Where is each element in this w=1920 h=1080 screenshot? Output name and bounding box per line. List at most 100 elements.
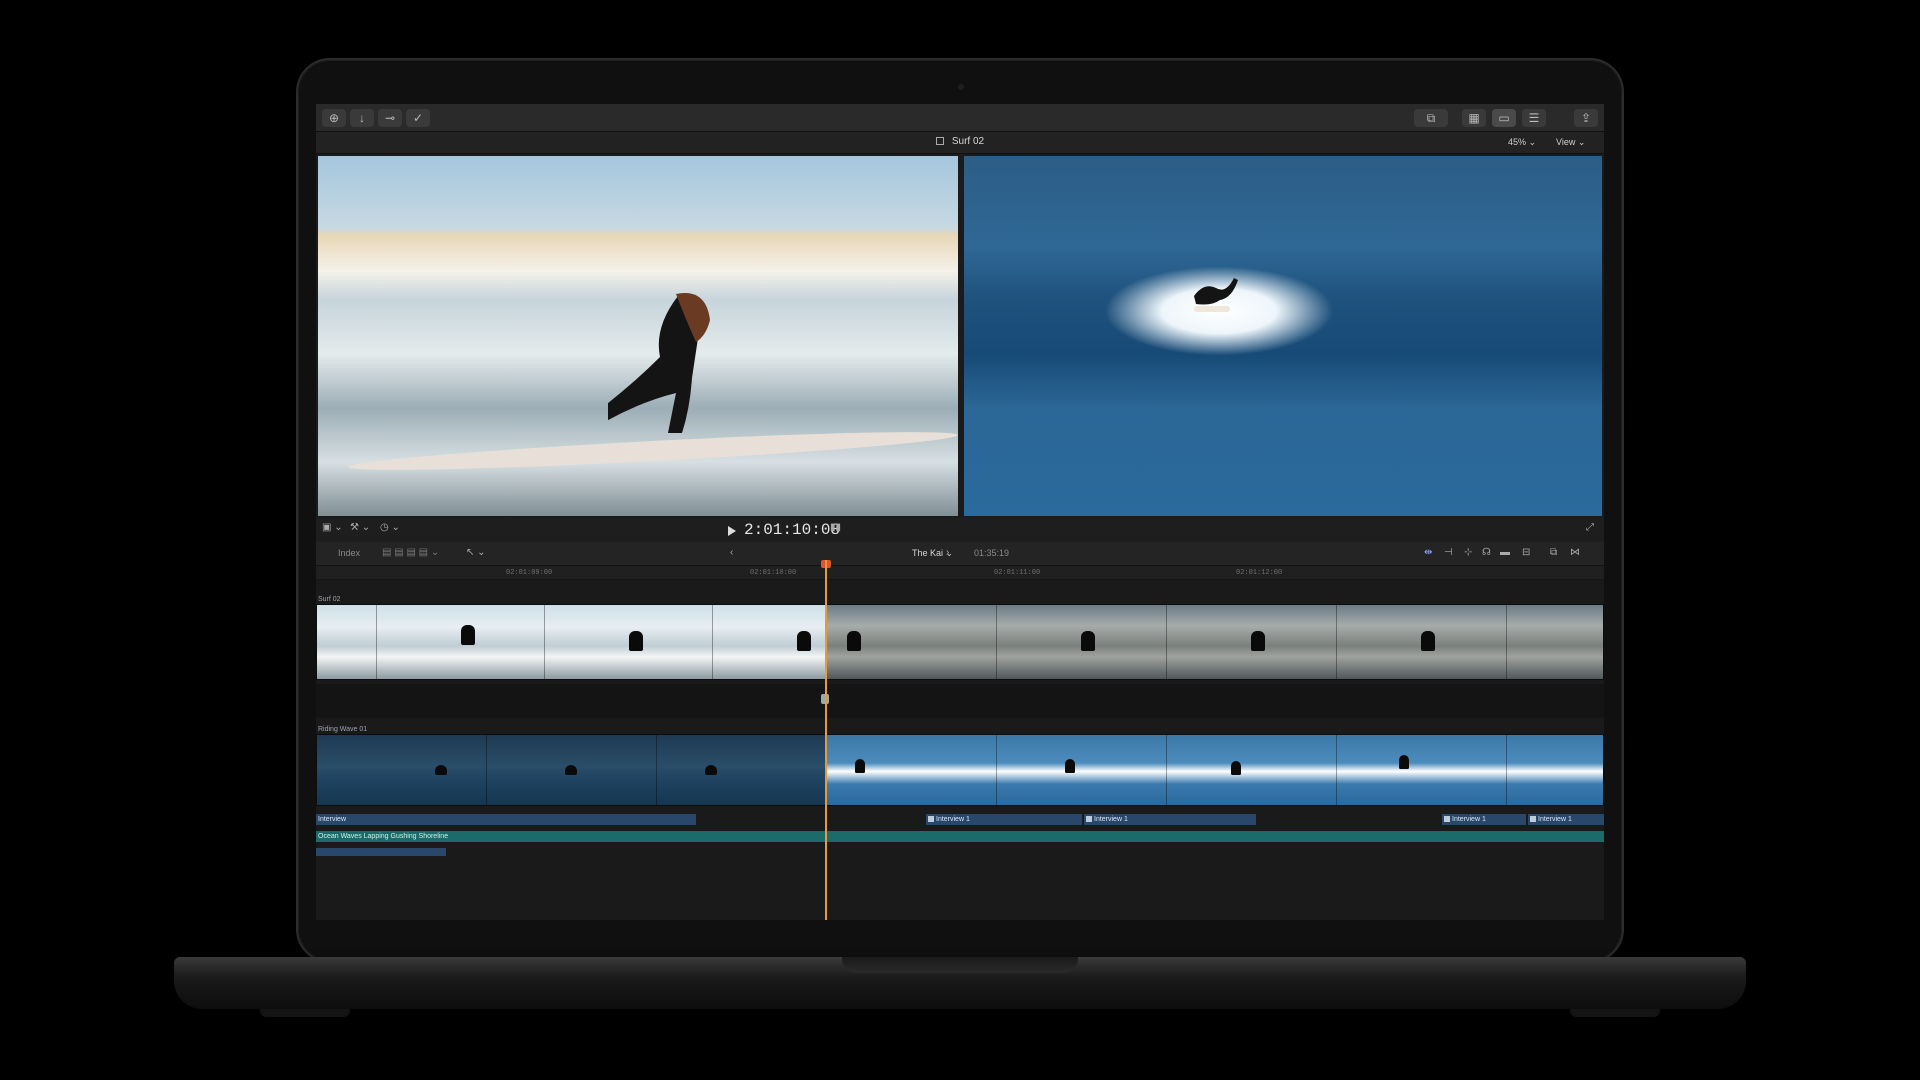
skimming-icon[interactable]: ⇹ [1424, 547, 1432, 558]
ruler-tick: 02:01:10:00 [750, 569, 797, 577]
audio-clip-label: Interview 1 [936, 816, 970, 823]
surfer-figure [1081, 631, 1095, 651]
riding-wave-clip[interactable] [316, 734, 1604, 806]
interview-audio-clip[interactable]: Interview [316, 814, 696, 825]
clip-thumbnail [1507, 735, 1603, 805]
viewer-title-text: Surf 02 [951, 136, 985, 147]
zoom-value: 45% [1508, 137, 1527, 147]
headphones-icon[interactable]: ☊ [1482, 547, 1491, 558]
effects-browser-icon[interactable]: ⧉ [1550, 547, 1557, 558]
interview-1-audio-clip[interactable]: Interview 1 [1528, 814, 1604, 825]
transitions-icon[interactable]: ⋈ [1570, 547, 1580, 558]
ruler-tick: 02:01:12:00 [1236, 569, 1283, 577]
laptop-foot-right [1570, 1009, 1660, 1017]
audio-meter-icon[interactable]: ▮▮ [830, 522, 841, 533]
surfer-figure [1231, 761, 1241, 775]
main-toolbar: ⊕ ↓ ⊸ ✓ ⧉ ▦ ▭ ☰ ⇪ [316, 104, 1604, 132]
surfer-figure [855, 759, 865, 773]
audio-clip-label: Interview 1 [1452, 816, 1486, 823]
surfer-figure [629, 631, 643, 651]
view-menu[interactable]: View ⌄ [1556, 137, 1585, 148]
media-browser-icon[interactable]: ⧉ [1414, 109, 1448, 127]
clip-thumbnail [317, 735, 487, 805]
marker-icon [928, 816, 934, 822]
edit-tools-icon[interactable]: ▤ ▤ ▤ ▤ ⌄ [382, 547, 439, 558]
timeline-header: Index ▤ ▤ ▤ ▤ ⌄ ↖ ⌄ ‹ The Kai ⌄ 01:35:19… [316, 542, 1604, 566]
timeline-ruler[interactable]: 02:01:09:00 02:01:10:00 02:01:11:00 02:0… [316, 566, 1604, 580]
select-tool-icon[interactable]: ↖ ⌄ [466, 547, 486, 558]
clip-thumbnail [487, 735, 657, 805]
interview-1-audio-clip[interactable]: Interview 1 [926, 814, 1082, 825]
share-icon[interactable]: ⇪ [1574, 109, 1598, 127]
audio-clip[interactable] [316, 848, 446, 856]
back-arrow-icon[interactable]: ‹ [730, 547, 733, 558]
interview-1-audio-clip[interactable]: Interview 1 [1084, 814, 1256, 825]
surfer-silhouette-left [608, 293, 710, 433]
clip-thumbnail [545, 605, 713, 679]
crop-tool-icon[interactable]: ▣ ⌄ [322, 522, 343, 533]
ocean-waves-audio-clip[interactable]: Ocean Waves Lapping Gushing Shoreline [316, 831, 1604, 842]
snapping-icon[interactable]: ▬ [1500, 547, 1510, 558]
fullscreen-icon[interactable]: ⤢ [1586, 522, 1594, 533]
clip-thumbnail [827, 605, 997, 679]
viewer-right-frame[interactable] [964, 156, 1602, 516]
clip-thumbnail [1167, 735, 1337, 805]
surfer-figure [847, 631, 861, 651]
keyword-icon[interactable]: ⊸ [378, 109, 402, 127]
viewer-title: Surf 02 [316, 136, 1604, 147]
playhead[interactable] [825, 560, 827, 920]
surfer-silhouette-right [1194, 278, 1238, 312]
ruler-tick: 02:01:09:00 [506, 569, 553, 577]
zoom-dropdown[interactable]: 45% ⌄ [1508, 137, 1536, 148]
clip-thumbnail [1167, 605, 1337, 679]
interview-1-audio-clip[interactable]: Interview 1 [1442, 814, 1526, 825]
viewer-header: Surf 02 45% ⌄ View ⌄ [316, 132, 1604, 154]
grid-icon[interactable]: ▦ [1462, 109, 1486, 127]
solo-icon[interactable]: ⊹ [1464, 547, 1472, 558]
top-clip-label: Surf 02 [318, 596, 341, 603]
surf-02-clip[interactable] [316, 604, 1604, 680]
project-duration: 01:35:19 [974, 548, 1010, 558]
play-icon[interactable] [728, 526, 736, 536]
forward-arrow-icon[interactable]: › [946, 547, 949, 558]
camera-icon [958, 84, 964, 90]
laptop-foot-left [260, 1009, 350, 1017]
clip-thumbnail [997, 735, 1167, 805]
clip-thumbnail [997, 605, 1167, 679]
project-name-label: The Kai [912, 548, 944, 558]
timecode-display[interactable]: 2:01:10:08 [744, 521, 840, 539]
clip-thumbnail [657, 735, 827, 805]
surfer-figure [1251, 631, 1265, 651]
transport-bar: ▣ ⌄ ⚒ ⌄ ◷ ⌄ 2:01:10:08 ▮▮ ⤢ [316, 518, 1604, 542]
clip-icon [935, 137, 944, 145]
effects-tool-icon[interactable]: ⚒ ⌄ [350, 522, 370, 533]
import-icon[interactable]: ⊕ [322, 109, 346, 127]
clip-thumbnail [827, 735, 997, 805]
inspector-icon[interactable]: ☰ [1522, 109, 1546, 127]
clip-thumbnail [377, 605, 545, 679]
speed-tool-icon[interactable]: ◷ ⌄ [380, 522, 400, 533]
viewer-left-frame[interactable] [318, 156, 958, 516]
surfer-figure [797, 631, 811, 651]
checkmark-icon[interactable]: ✓ [406, 109, 430, 127]
audio-clip-label: Interview 1 [1094, 816, 1128, 823]
clip-appearance-icon[interactable]: ⊟ [1522, 547, 1530, 558]
timeline-area[interactable]: Surf 02 Riding Wave 01 Interview Intervi… [316, 580, 1604, 920]
clip-thumbnail [1337, 735, 1507, 805]
clip-thumbnail [317, 605, 377, 679]
laptop-notch [842, 957, 1078, 973]
mid-clip-label: Riding Wave 01 [318, 726, 368, 733]
ruler-tick: 02:01:11:00 [994, 569, 1041, 577]
audio-clip-label: Interview 1 [1538, 816, 1572, 823]
surfer-figure [705, 765, 717, 775]
download-icon[interactable]: ↓ [350, 109, 374, 127]
filmstrip-icon[interactable]: ▭ [1492, 109, 1516, 127]
view-menu-label: View [1556, 137, 1576, 147]
audio-skimming-icon[interactable]: ⊣ [1444, 547, 1453, 558]
surfer-figure [565, 765, 577, 775]
clip-thumbnail [1337, 605, 1507, 679]
clip-thumbnail [1507, 605, 1603, 679]
surfer-figure [1065, 759, 1075, 773]
index-button[interactable]: Index [338, 548, 360, 558]
surfer-figure [461, 625, 475, 645]
